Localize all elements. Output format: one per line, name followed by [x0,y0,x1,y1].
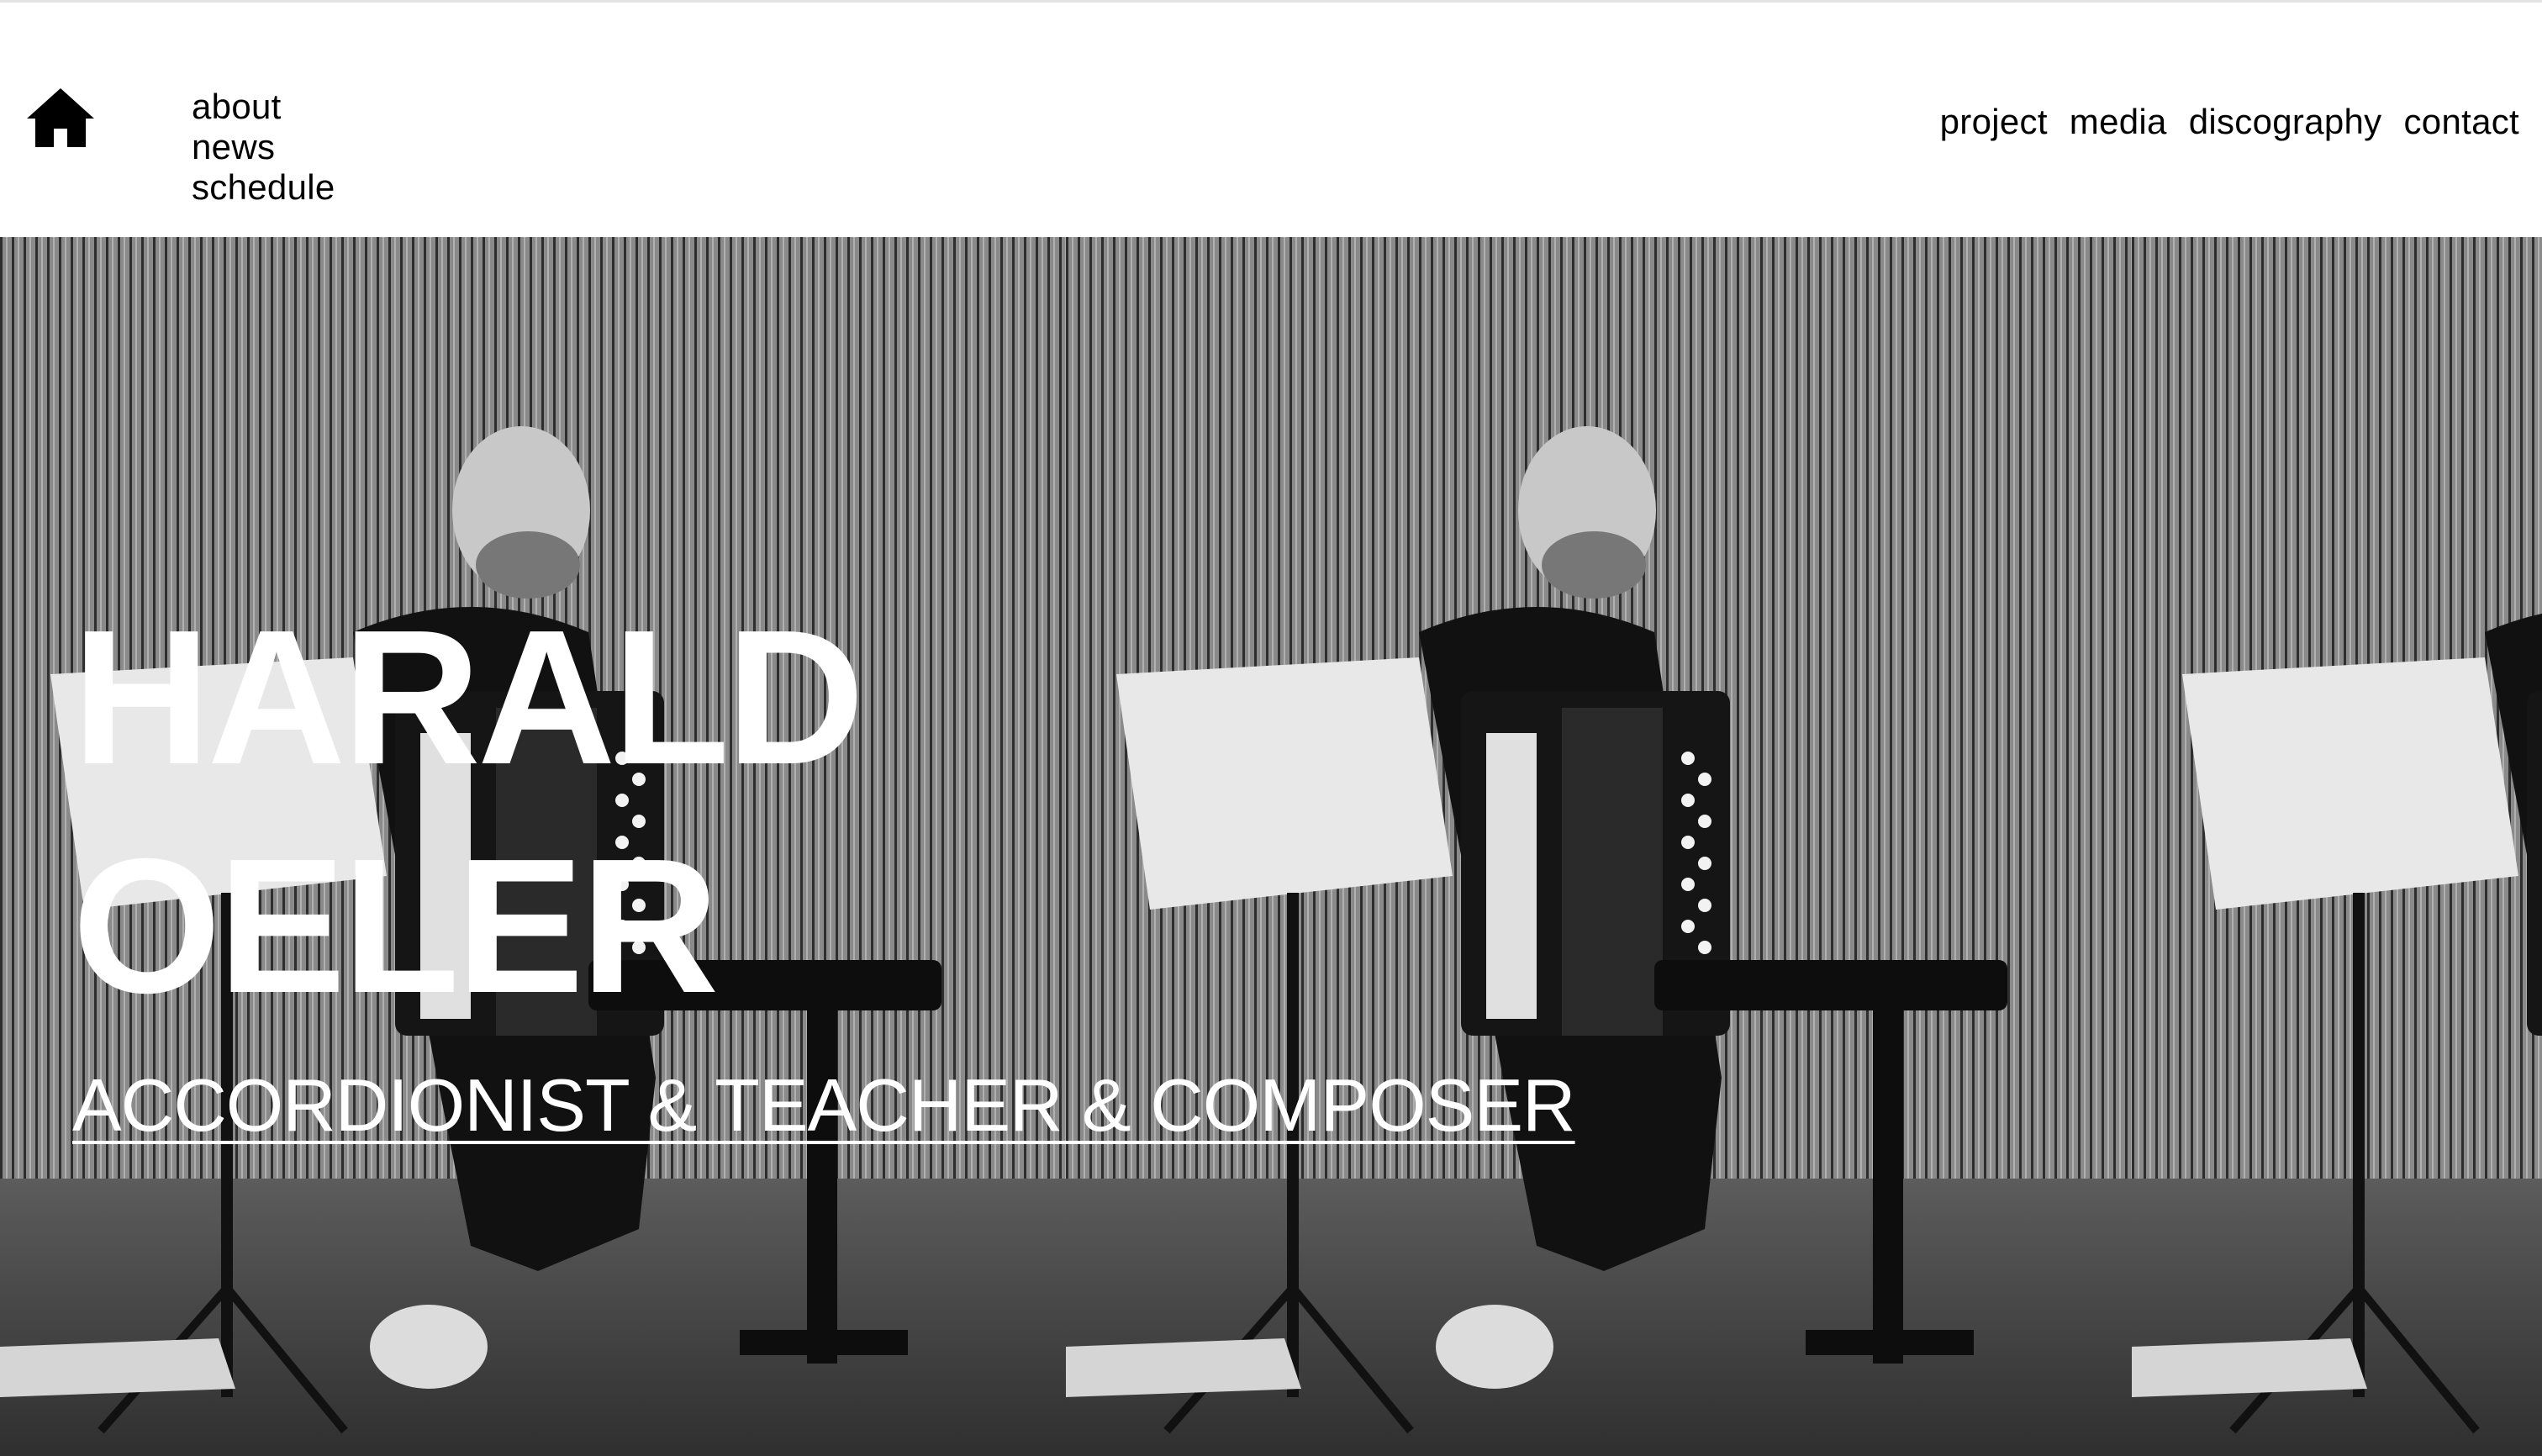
site-header: about news schedule project media discog… [0,0,2542,237]
hero-photo [2132,237,2542,1456]
nav-link-project[interactable]: project [1940,97,2048,147]
nav-link-contact[interactable]: contact [2403,97,2519,147]
page: about news schedule project media discog… [0,0,2542,1456]
artist-name-heading: HARALD OELER [72,591,865,1033]
nav-link-media[interactable]: media [2070,97,2167,147]
hero-photo [1066,237,2132,1456]
accordionist-photo-illustration [1066,237,2132,1456]
nav-link-schedule[interactable]: schedule [192,167,335,208]
artist-roles-link[interactable]: ACCORDIONIST & TEACHER & COMPOSER [72,1059,1576,1152]
nav-link-news[interactable]: news [192,127,335,167]
primary-nav: project media discography contact [1940,97,2519,147]
secondary-nav: about news schedule [192,87,335,208]
hero-banner: HARALD OELER ACCORDIONIST & TEACHER & CO… [0,237,2542,1456]
nav-link-about[interactable]: about [192,87,335,127]
nav-link-discography[interactable]: discography [2189,97,2382,147]
house-icon[interactable] [25,85,96,150]
accordionist-photo-illustration [2132,237,2542,1456]
